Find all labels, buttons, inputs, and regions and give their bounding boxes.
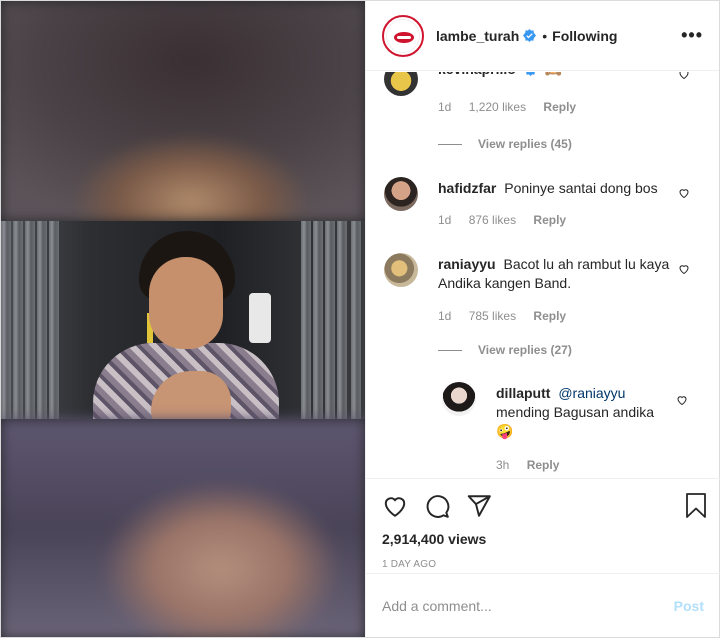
comment-content: Poninye santai dong bos [504, 180, 658, 196]
like-heart-icon[interactable] [382, 493, 408, 519]
post-actions: 2,914,400 views 1 DAY AGO [366, 478, 720, 570]
verified-badge-icon [525, 72, 535, 76]
comment-emoji: 🤪 [496, 423, 514, 439]
commenter-avatar[interactable] [442, 382, 476, 416]
following-button[interactable]: Following [552, 28, 617, 44]
like-comment-icon[interactable] [678, 72, 690, 80]
comment-username[interactable]: kevinaprilio [438, 72, 516, 77]
comment-meta: 1d 876 likes Reply [438, 213, 580, 227]
comment-username[interactable]: raniayyu [438, 256, 496, 272]
action-icons-row [382, 493, 492, 519]
comment-input[interactable] [382, 597, 674, 614]
reply-button[interactable]: Reply [527, 458, 560, 472]
comment-time: 1d [438, 213, 452, 227]
post-button[interactable]: Post [674, 598, 704, 614]
reply-button[interactable]: Reply [543, 100, 576, 114]
comment-meta: 1d 1,220 likes Reply [438, 100, 590, 114]
blurred-background-bottom [1, 419, 365, 637]
comment-text: raniayyu Bacot lu ah rambut lu kaya Andi… [438, 255, 674, 293]
comment-meta: 1d 785 likes Reply [438, 309, 580, 323]
post-video[interactable] [1, 1, 365, 637]
commenter-avatar[interactable] [384, 253, 418, 287]
save-bookmark-icon[interactable] [684, 493, 708, 519]
comment-text: kevinaprilio 🙈 [438, 72, 674, 79]
comment-time: 1d [438, 309, 452, 323]
lips-logo-icon [386, 18, 420, 53]
comments-list[interactable]: kevinaprilio 🙈 1d 1,220 likes Reply [366, 72, 720, 478]
view-replies-button[interactable]: View replies (45) [438, 137, 572, 151]
comment-likes[interactable]: 876 likes [469, 213, 516, 227]
comment-likes[interactable]: 785 likes [469, 309, 516, 323]
verified-badge-icon [523, 29, 537, 42]
video-frame [1, 221, 365, 419]
account-username[interactable]: lambe_turah [436, 28, 519, 44]
view-replies-button[interactable]: View replies (27) [438, 343, 572, 357]
reply-button[interactable]: Reply [533, 213, 566, 227]
like-comment-icon[interactable] [676, 394, 688, 406]
more-options-icon[interactable]: ••• [681, 25, 703, 46]
blurred-background-top [1, 1, 365, 221]
comment-time: 3h [496, 458, 510, 472]
view-replies-label: View replies (45) [478, 137, 572, 151]
comment-username[interactable]: hafidzfar [438, 180, 496, 196]
comment-time: 1d [438, 100, 452, 114]
commenter-avatar[interactable] [384, 72, 418, 96]
header-separator: • [542, 27, 548, 44]
comment-emoji: 🙈 [545, 72, 562, 77]
comment-content: mending Bagusan andika [496, 404, 655, 420]
add-comment-bar: Post [366, 573, 720, 637]
share-send-icon[interactable] [466, 493, 492, 519]
comment-meta: 3h Reply [496, 458, 573, 472]
like-comment-icon[interactable] [678, 263, 690, 275]
account-avatar[interactable] [382, 14, 424, 57]
comment-username[interactable]: dillaputt [496, 385, 550, 401]
comment-mention[interactable]: @raniayyu [558, 385, 625, 401]
view-replies-label: View replies (27) [478, 343, 572, 357]
reply-button[interactable]: Reply [533, 309, 566, 323]
view-count[interactable]: 2,914,400 views [382, 531, 486, 547]
comment-likes[interactable]: 1,220 likes [469, 100, 526, 114]
comment-bubble-icon[interactable] [424, 493, 450, 519]
comment-text: hafidzfar Poninye santai dong bos [438, 179, 674, 198]
person-face [149, 257, 223, 349]
post-header: lambe_turah • Following ••• [366, 1, 719, 71]
like-comment-icon[interactable] [678, 187, 690, 199]
post-sidebar: lambe_turah • Following ••• kevinaprilio [365, 1, 720, 637]
commenter-avatar[interactable] [384, 177, 418, 211]
instagram-post-modal: lambe_turah • Following ••• kevinaprilio [0, 0, 720, 638]
post-date[interactable]: 1 DAY AGO [382, 559, 436, 570]
comment-text: dillaputt @raniayyu mending Bagusan andi… [496, 384, 656, 441]
